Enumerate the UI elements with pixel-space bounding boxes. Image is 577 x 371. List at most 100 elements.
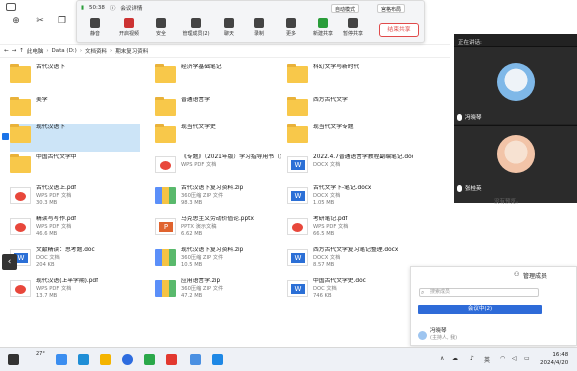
file-item[interactable]: 文献精读：思考题.docDOC 文档204 KB <box>10 247 140 275</box>
speaker-icon[interactable]: ♪ <box>470 355 474 362</box>
file-item[interactable]: 现代汉语(上半学期).pdf WPS PDF 文档 13.7 MB <box>10 278 140 306</box>
app-icon[interactable] <box>190 354 201 365</box>
file-item[interactable]: 现代汉语下 <box>2 124 140 152</box>
start-icon[interactable] <box>8 354 19 365</box>
search-input[interactable]: 搜索成员 <box>419 288 539 297</box>
manage-members-label: 管理成员(2) <box>182 31 210 37</box>
chevron-up-icon[interactable]: ∧ <box>440 355 444 362</box>
chevron-right-icon: › <box>110 48 113 54</box>
file-meta: 13.7 MB <box>36 293 58 299</box>
crumb-0[interactable]: 此电脑 <box>27 47 44 55</box>
file-name: 古代汉语下复习资料.zip <box>181 185 244 191</box>
video-tile-2[interactable]: 张桂英 <box>454 125 577 203</box>
tab-in-meeting[interactable]: 会议中(2) <box>418 305 542 314</box>
mute-button[interactable]: 静音 <box>85 18 105 37</box>
pdf-file-icon <box>155 156 176 173</box>
file-item[interactable]: 普通语言学 <box>155 97 285 125</box>
file-meta: 746 KB <box>313 293 332 299</box>
signal-icon: ▮ <box>81 5 85 11</box>
crumb-1[interactable]: Data (D:) <box>52 48 77 54</box>
meeting-info-link[interactable]: 会议详情 <box>120 4 142 12</box>
participant-name: 冯晓琴 <box>430 328 447 334</box>
file-item[interactable]: 科幻文学与新时代 <box>287 64 417 92</box>
end-share-button[interactable]: 结束共享 <box>379 23 419 37</box>
copy-icon[interactable]: ❐ <box>52 16 72 36</box>
file-name: 现代汉语(上半学期).pdf <box>36 278 99 284</box>
video-icon <box>124 18 134 28</box>
new-share-button[interactable]: 新建共享 <box>313 18 333 37</box>
file-item[interactable]: 现当代文学史 <box>155 124 285 152</box>
wechat-icon[interactable] <box>144 354 155 365</box>
folder-file-icon <box>10 97 31 116</box>
record-button[interactable]: 录制 <box>249 18 269 37</box>
pause-share-button[interactable]: 暂停共享 <box>343 18 363 37</box>
file-name: 普通语言学 <box>181 97 210 103</box>
file-meta: 30.3 MB <box>36 200 58 206</box>
participants-title: 管理成员 <box>523 273 548 280</box>
file-item[interactable]: 西方古代文学复习笔记整理.docxDOCX 文档8.57 MB <box>287 247 417 275</box>
chat-button[interactable]: 聊天 <box>219 18 239 37</box>
participants-panel: ⚇ 管理成员 ⌕ 搜索成员 会议中(2) 冯晓琴 (主持人, 我) <box>410 266 577 346</box>
chat-icon <box>224 18 234 28</box>
crumb-2[interactable]: 文档资料 <box>85 47 107 55</box>
file-item[interactable]: 古代文学下-笔记.docxDOCX 文档1.05 MB <box>287 185 417 213</box>
file-item[interactable]: 应用语言学.zip 360压缩 ZIP 文件 47.2 MB <box>155 278 285 306</box>
wps-icon[interactable] <box>166 354 177 365</box>
file-name: 科幻文学与新时代 <box>313 64 360 70</box>
file-item[interactable]: 中国古代文学中 <box>10 154 140 182</box>
new-icon[interactable]: ⊕ <box>6 16 26 36</box>
breadcrumb[interactable]: ← → ↑ 此电脑 › Data (D:) › 文档资料 › 期末复习资料 <box>0 44 450 58</box>
file-name: 古代汉语下 <box>36 64 65 70</box>
input-lang[interactable]: 英 <box>484 355 490 364</box>
file-name: 考研笔记.pdf <box>313 216 348 222</box>
forward-icon[interactable]: → <box>12 48 17 54</box>
app-icon[interactable] <box>78 354 89 365</box>
file-item[interactable]: 古代汉语下 <box>10 64 140 92</box>
file-name: 文献精读：思考题.doc <box>36 247 95 253</box>
back-icon[interactable]: ← <box>4 48 9 54</box>
file-item[interactable]: 考研笔记.pdf WPS PDF 文档 66.5 MB <box>287 216 417 244</box>
docx-file-icon <box>287 187 308 204</box>
more-icon <box>286 18 296 28</box>
more-button[interactable]: 更多 <box>281 18 301 37</box>
video-button[interactable]: 开启视频 <box>119 18 139 37</box>
clock[interactable]: 16:48 2024/4/20 <box>540 351 568 367</box>
file-item[interactable]: 古代汉语下复习资料.zip 360压缩 ZIP 文件 98.3 MB <box>155 185 285 213</box>
video-tile-1[interactable]: 冯晓琴 <box>454 46 577 124</box>
folder-icon[interactable] <box>100 354 111 365</box>
wifi-icon[interactable]: ◠ <box>500 355 505 362</box>
file-meta: 204 KB <box>36 262 55 268</box>
file-item[interactable]: 西方古代文学 <box>287 97 417 125</box>
view-mode-select[interactable]: 自动模式 <box>331 4 360 13</box>
up-icon[interactable]: ↑ <box>19 48 24 54</box>
file-item[interactable]: 中国古代文学史.docDOC 文档746 KB <box>287 278 417 306</box>
file-meta: 360压缩 ZIP 文件 <box>181 285 224 292</box>
browser-icon[interactable] <box>122 354 133 365</box>
file-item[interactable]: 古代汉语上.pdf WPS PDF 文档 30.3 MB <box>10 185 140 213</box>
file-item[interactable]: 经济学基础笔记 <box>155 64 285 92</box>
file-item[interactable]: 精读与写作.pdf WPS PDF 文档 46.6 MB <box>10 216 140 244</box>
new-share-label: 新建共享 <box>313 31 334 37</box>
volume-icon[interactable]: ◁ <box>512 355 517 362</box>
file-item[interactable]: 马克思主义劳动价值论.pptxPPTX 演示文稿6.62 MB <box>155 216 285 244</box>
weather-temp[interactable]: 27° <box>36 351 45 357</box>
file-item[interactable]: 现当代文学专题 <box>287 124 417 152</box>
battery-icon[interactable]: ▭ <box>524 355 530 362</box>
file-name: 现当代文学史 <box>181 124 216 130</box>
crumb-3[interactable]: 期末复习资料 <box>115 47 148 55</box>
layout-select[interactable]: 宫格布局 <box>377 4 406 13</box>
file-item[interactable]: 美学 <box>10 97 140 125</box>
file-item[interactable]: 《专题》（2021年版）学习指导用书（含考研真题）详解...WPS PDF 文档 <box>155 154 285 182</box>
meeting-app-icon[interactable] <box>212 354 223 365</box>
file-item[interactable]: 2022.4.7普通语言学教程副编笔记.docxDOCX 文档 <box>287 154 417 182</box>
manage-members-button[interactable]: 管理成员(2) <box>179 18 213 37</box>
more-label: 更多 <box>285 31 296 37</box>
file-item[interactable]: 现代汉语下复习资料.zip 360压缩 ZIP 文件 10.5 MB <box>155 247 285 275</box>
participant-row[interactable]: 冯晓琴 (主持人, 我) <box>418 328 457 342</box>
security-button[interactable]: 安全 <box>151 18 171 37</box>
chevron-left-icon[interactable]: ‹ <box>2 254 17 270</box>
cut-icon[interactable]: ✂ <box>30 16 50 36</box>
cloud-icon[interactable]: ☁ <box>452 355 458 362</box>
checkbox-icon[interactable] <box>2 133 9 140</box>
search-taskbar-icon[interactable] <box>56 354 67 365</box>
